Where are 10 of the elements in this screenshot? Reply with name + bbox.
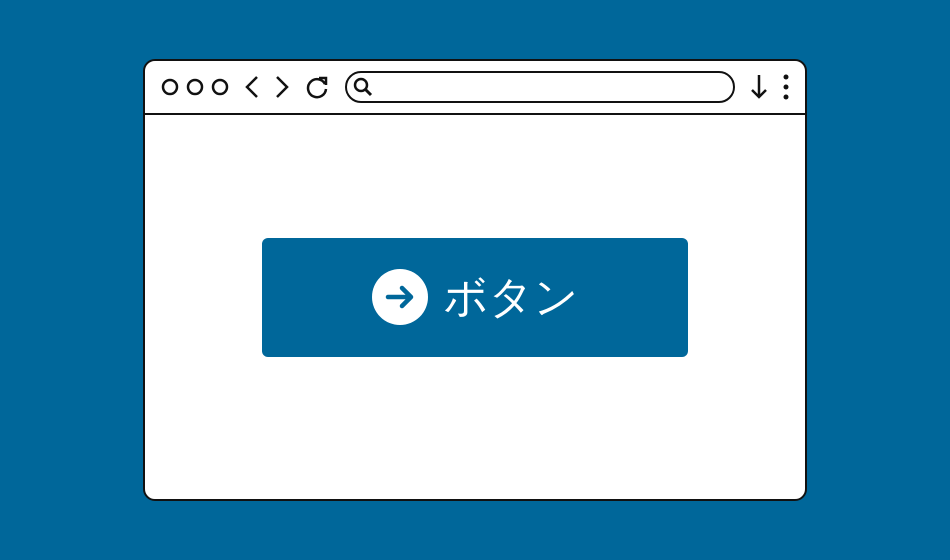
- download-icon[interactable]: [751, 74, 767, 100]
- back-icon[interactable]: [245, 75, 259, 99]
- address-bar[interactable]: [345, 71, 735, 103]
- arrow-button[interactable]: ボタン: [262, 238, 688, 356]
- search-icon: [353, 77, 373, 97]
- menu-icon[interactable]: [783, 74, 789, 100]
- window-controls-icon[interactable]: [161, 78, 229, 96]
- forward-icon[interactable]: [275, 75, 289, 99]
- arrow-circle-icon: [372, 269, 428, 325]
- reload-icon[interactable]: [305, 75, 329, 99]
